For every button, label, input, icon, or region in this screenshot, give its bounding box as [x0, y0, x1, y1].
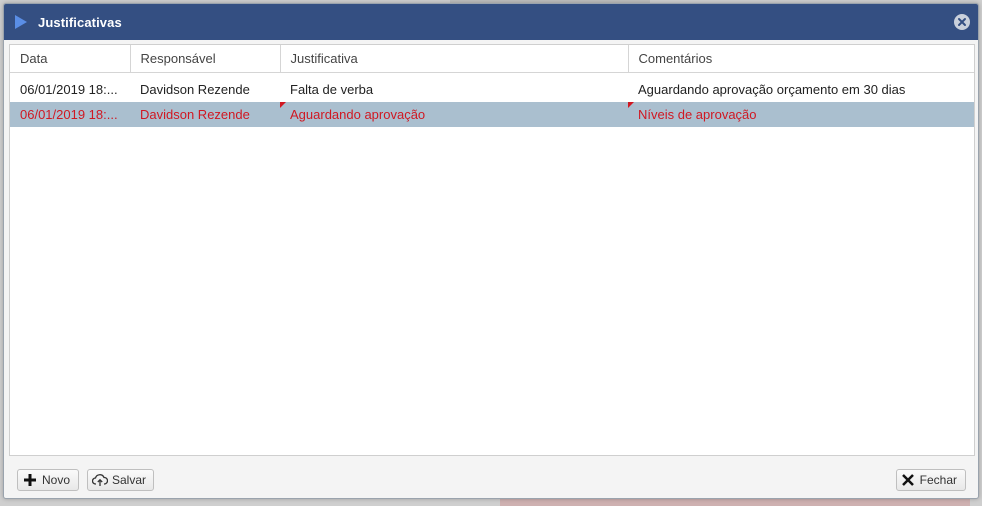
- play-arrow-icon: [15, 14, 29, 30]
- column-header-comentarios[interactable]: Comentários: [628, 45, 974, 73]
- novo-button[interactable]: Novo: [17, 469, 79, 491]
- column-header-data[interactable]: Data: [10, 45, 131, 73]
- cell-comentarios[interactable]: Aguardando aprovação orçamento em 30 dia…: [628, 77, 974, 102]
- cell-data[interactable]: 06/01/2019 18:...: [10, 102, 130, 127]
- table-row[interactable]: 06/01/2019 18:... Davidson Rezende Falta…: [10, 77, 974, 102]
- dialog-title: Justificativas: [38, 14, 122, 30]
- grid-header-row: Data Responsável Justificativa Comentári…: [10, 45, 974, 73]
- column-header-responsavel[interactable]: Responsável: [130, 45, 281, 73]
- cell-justificativa[interactable]: Aguardando aprovação: [280, 102, 628, 127]
- table-row-selected[interactable]: 06/01/2019 18:... Davidson Rezende Aguar…: [10, 102, 974, 127]
- justificativas-dialog: Justificativas Data Responsável Justific…: [3, 3, 979, 499]
- salvar-button[interactable]: Salvar: [87, 469, 154, 491]
- cell-data[interactable]: 06/01/2019 18:...: [10, 77, 130, 102]
- fechar-button-label: Fechar: [919, 473, 957, 487]
- cell-comentarios[interactable]: Níveis de aprovação: [628, 102, 974, 127]
- cloud-upload-icon: [92, 472, 108, 488]
- justificativas-grid: Data Responsável Justificativa Comentári…: [9, 44, 975, 456]
- cell-justificativa[interactable]: Falta de verba: [280, 77, 628, 102]
- close-circle-icon[interactable]: [954, 14, 970, 30]
- plus-icon: [22, 472, 38, 488]
- novo-button-label: Novo: [41, 473, 70, 487]
- salvar-button-label: Salvar: [112, 473, 147, 487]
- x-icon: [901, 472, 916, 488]
- cell-responsavel[interactable]: Davidson Rezende: [130, 102, 280, 127]
- fechar-button[interactable]: Fechar: [896, 469, 966, 491]
- column-header-justificativa[interactable]: Justificativa: [280, 45, 629, 73]
- cell-responsavel[interactable]: Davidson Rezende: [130, 77, 280, 102]
- background-strip: [500, 498, 970, 506]
- dialog-titlebar: Justificativas: [4, 4, 978, 40]
